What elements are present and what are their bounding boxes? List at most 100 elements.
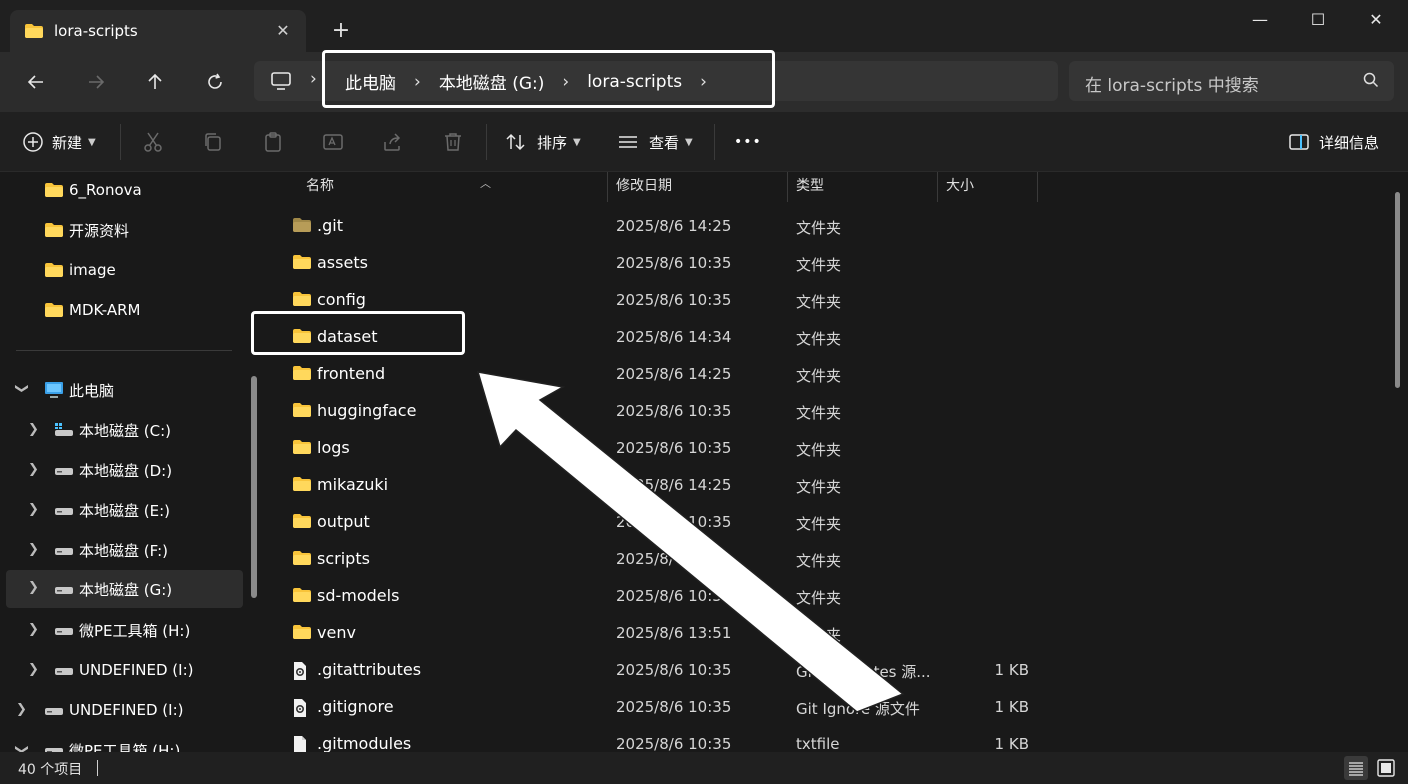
chevron-right-icon[interactable]: ❯	[28, 662, 39, 677]
sidebar-item-image[interactable]: image	[44, 252, 116, 288]
file-type: 文件夹	[796, 626, 842, 644]
refresh-button[interactable]	[197, 64, 233, 100]
sidebar-item-label: 此电脑	[69, 381, 115, 400]
tiles-view-button[interactable]	[1374, 756, 1398, 780]
sidebar-item-drive-c[interactable]: 本地磁盘 (C:)	[54, 412, 171, 448]
chevron-right-icon[interactable]: ❯	[28, 542, 39, 557]
close-window-button[interactable]: ✕	[1356, 8, 1396, 32]
search-box[interactable]: 在 lora-scripts 中搜索	[1069, 61, 1394, 101]
file-row[interactable]: .gitmodules 2025/8/6 10:35 txtfile 1 KB	[280, 726, 1380, 752]
up-button[interactable]	[137, 64, 173, 100]
rename-icon[interactable]	[321, 130, 345, 154]
folder-icon	[293, 218, 311, 232]
chevron-down-icon: ▼	[573, 136, 581, 148]
chevron-right-icon[interactable]: ❯	[28, 422, 39, 437]
file-row[interactable]: logs 2025/8/6 10:35 文件夹	[280, 430, 1380, 467]
file-row[interactable]: .git 2025/8/6 14:25 文件夹	[280, 208, 1380, 245]
details-view-button[interactable]	[1344, 756, 1368, 780]
chevron-down-icon: ▼	[88, 136, 96, 148]
new-tab-button[interactable]: +	[328, 18, 354, 44]
title-bar: lora-scripts ✕ + — ☐ ✕	[0, 0, 1408, 52]
sidebar-item-6-ronova[interactable]: 6_Ronova	[44, 172, 142, 208]
back-button[interactable]	[18, 64, 54, 100]
chevron-right-icon[interactable]: ❯	[16, 702, 27, 717]
sort-button[interactable]: 排序 ▼	[505, 128, 581, 156]
file-row[interactable]: scripts 2025/8/6 10:35 文件夹	[280, 541, 1380, 578]
sidebar-item-label: 6_Ronova	[69, 181, 142, 199]
new-button[interactable]: 新建 ▼	[22, 128, 96, 156]
paste-icon[interactable]	[261, 130, 285, 154]
address-separator[interactable]: ›	[310, 69, 317, 89]
file-type: 文件夹	[796, 293, 842, 311]
sidebar-item-open-source[interactable]: 开源资料	[44, 212, 129, 248]
sidebar-item-wepe-h[interactable]: 微PE工具箱 (H:)	[44, 732, 180, 752]
share-icon[interactable]	[381, 130, 405, 154]
maximize-button[interactable]: ☐	[1298, 8, 1338, 32]
drive-icon	[45, 708, 63, 715]
drive-icon	[55, 508, 73, 515]
more-options-button[interactable]: •••	[734, 128, 762, 156]
file-list-scrollbar[interactable]	[1395, 192, 1400, 388]
column-header-date[interactable]: 修改日期	[608, 172, 788, 202]
folder-icon	[293, 403, 311, 417]
sidebar-scrollbar[interactable]	[251, 376, 257, 598]
column-header-type[interactable]: 类型	[788, 172, 938, 202]
sidebar-item-drive-i[interactable]: UNDEFINED (I:)	[54, 652, 193, 688]
column-header-name[interactable]: 名称 ︿	[298, 172, 608, 202]
file-name: .gitmodules	[317, 734, 412, 752]
sidebar-item-label: UNDEFINED (I:)	[69, 701, 184, 719]
file-row[interactable]: huggingface 2025/8/6 10:35 文件夹	[280, 393, 1380, 430]
file-date: 2025/8/6 14:25	[616, 217, 732, 235]
folder-icon	[293, 625, 311, 639]
sidebar-item-drive-e[interactable]: 本地磁盘 (E:)	[54, 492, 170, 528]
chevron-down-icon[interactable]: ❯	[14, 744, 29, 752]
file-name: assets	[317, 253, 368, 272]
sidebar-item-this-pc[interactable]: 此电脑	[44, 372, 114, 408]
file-row[interactable]: sd-models 2025/8/6 10:35 文件夹	[280, 578, 1380, 615]
file-row[interactable]: output 2025/8/6 10:35 文件夹	[280, 504, 1380, 541]
chevron-right-icon[interactable]: ❯	[28, 580, 39, 595]
file-row[interactable]: .gitattributes 2025/8/6 10:35 Git Attribut…	[280, 652, 1380, 689]
file-row[interactable]: .gitignore 2025/8/6 10:35 Git Ignore 源文件 1 …	[280, 689, 1380, 726]
file-size: 1 KB	[994, 661, 1029, 679]
view-button[interactable]: 查看 ▼	[617, 128, 693, 156]
column-header-size[interactable]: 大小	[938, 172, 1038, 202]
file-row[interactable]: mikazuki 2025/8/6 14:25 文件夹	[280, 467, 1380, 504]
tab-close-icon[interactable]: ✕	[272, 20, 294, 42]
cut-icon[interactable]	[141, 130, 165, 154]
search-input[interactable]: 在 lora-scripts 中搜索	[1085, 71, 1259, 96]
arrow-left-icon	[27, 75, 43, 89]
details-pane-icon	[1289, 134, 1309, 150]
sidebar-item-drive-f[interactable]: 本地磁盘 (F:)	[54, 532, 168, 568]
sidebar-item-drive-g[interactable]: ❯ 本地磁盘 (G:)	[6, 570, 243, 608]
file-row[interactable]: assets 2025/8/6 10:35 文件夹	[280, 245, 1380, 282]
sidebar-item-mdk-arm[interactable]: MDK-ARM	[44, 292, 140, 328]
plus-circle-icon	[23, 132, 43, 152]
chevron-right-icon[interactable]: ❯	[28, 502, 39, 517]
sidebar-item-label: 微PE工具箱 (H:)	[79, 621, 191, 640]
tab-lora-scripts[interactable]: lora-scripts ✕	[10, 10, 306, 52]
folder-icon	[293, 366, 311, 380]
file-row[interactable]: venv 2025/8/6 13:51 文件夹	[280, 615, 1380, 652]
details-pane-button[interactable]: 详细信息	[1288, 128, 1379, 156]
settings-file-icon	[294, 699, 306, 717]
delete-icon[interactable]	[441, 130, 465, 154]
minimize-button[interactable]: —	[1240, 8, 1280, 32]
file-list: 名称 ︿ 修改日期 类型 大小 .git 2025/8/6 14:25 文件夹 ass…	[266, 172, 1408, 752]
sidebar-item-drive-h[interactable]: 微PE工具箱 (H:)	[54, 612, 190, 648]
sidebar-item-drive-d[interactable]: 本地磁盘 (D:)	[54, 452, 172, 488]
sidebar-item-undefined-i[interactable]: UNDEFINED (I:)	[44, 692, 183, 728]
forward-button[interactable]	[78, 64, 114, 100]
file-type: 文件夹	[796, 515, 842, 533]
sidebar-item-label: 本地磁盘 (G:)	[79, 580, 173, 599]
chevron-right-icon[interactable]: ❯	[28, 462, 39, 477]
chevron-right-icon[interactable]: ❯	[28, 622, 39, 637]
file-row[interactable]: frontend 2025/8/6 14:25 文件夹	[280, 356, 1380, 393]
copy-icon[interactable]	[201, 130, 225, 154]
chevron-down-icon[interactable]: ❯	[14, 383, 29, 394]
status-bar: 40 个项目	[0, 752, 1408, 784]
view-list-icon	[619, 136, 637, 148]
file-type: txtfile	[796, 735, 840, 752]
folder-icon	[293, 477, 311, 491]
tiles-view-icon	[1377, 759, 1395, 777]
